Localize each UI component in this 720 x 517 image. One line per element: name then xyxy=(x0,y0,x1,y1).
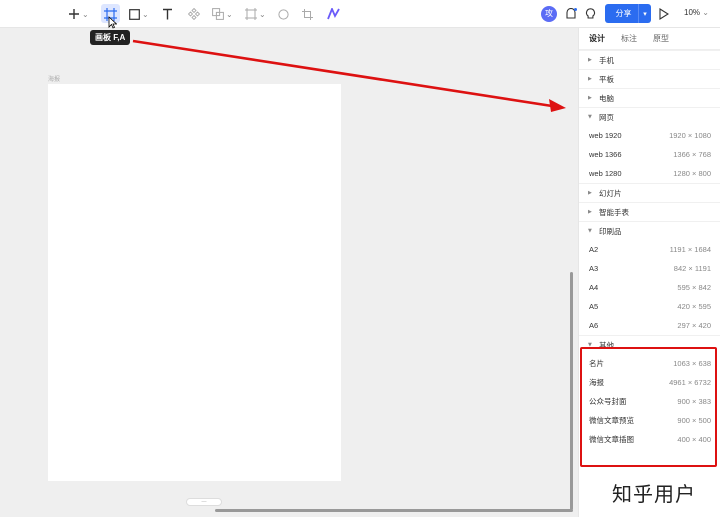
preset-group-header[interactable]: ▶ 幻灯片 xyxy=(579,183,720,202)
circle-icon xyxy=(278,8,289,20)
highlight-box xyxy=(580,347,717,467)
tab-annotate[interactable]: 标注 xyxy=(621,33,637,44)
vertical-scrollbar[interactable] xyxy=(570,272,573,510)
insert-tool[interactable]: ⌄ xyxy=(68,5,89,23)
boolean-icon xyxy=(212,8,224,20)
preset-name: web 1280 xyxy=(589,169,622,178)
ellipse-tool[interactable] xyxy=(278,5,289,23)
help-button[interactable] xyxy=(585,5,596,23)
chevron-down-icon: ⌄ xyxy=(259,9,266,19)
preview-button[interactable] xyxy=(659,5,669,23)
ai-logo-icon xyxy=(327,8,340,20)
preset-item[interactable]: A3 842 × 1191 xyxy=(579,259,720,278)
preset-name: A3 xyxy=(589,264,599,273)
preset-item[interactable]: A4 595 × 842 xyxy=(579,278,720,297)
preset-size: 420 × 595 xyxy=(677,302,711,311)
pointer-cursor-icon xyxy=(108,16,117,29)
crop-tool[interactable] xyxy=(302,5,313,23)
tab-prototype[interactable]: 原型 xyxy=(653,33,669,44)
canvas-scroll-handle[interactable]: — xyxy=(186,498,222,506)
preset-name: A4 xyxy=(589,283,599,292)
preset-name: A5 xyxy=(589,302,599,311)
text-tool[interactable] xyxy=(162,5,173,23)
preset-name: web 1920 xyxy=(589,131,622,140)
preset-name: A6 xyxy=(589,321,599,330)
poster-artboard[interactable] xyxy=(48,84,341,481)
triangle-down-icon: ▼ xyxy=(588,114,592,120)
chevron-down-icon: ⌄ xyxy=(142,9,149,19)
preset-group-header[interactable]: ▶ 电脑 xyxy=(579,88,720,107)
play-icon xyxy=(659,8,669,20)
triangle-right-icon: ▶ xyxy=(588,190,592,196)
bell-icon xyxy=(566,8,577,19)
triangle-right-icon: ▶ xyxy=(588,209,592,215)
preset-size: 1191 × 1684 xyxy=(669,245,711,254)
artboard-name-label[interactable]: 海报 xyxy=(48,74,60,83)
preset-group-label: 幻灯片 xyxy=(599,188,622,198)
rectangle-icon xyxy=(129,8,140,20)
triangle-right-icon: ▶ xyxy=(588,95,592,101)
preset-size: 1366 × 768 xyxy=(673,150,711,159)
chevron-down-icon: ⌄ xyxy=(226,9,233,19)
share-button[interactable]: 分享 ▾ xyxy=(605,4,651,23)
zoom-dropdown[interactable]: 10% ⌄ xyxy=(684,8,709,17)
preset-group-header[interactable]: ▼ 印刷品 xyxy=(579,221,720,240)
text-icon xyxy=(163,8,172,20)
preset-name: A2 xyxy=(589,245,599,254)
preset-group-label: 印刷品 xyxy=(599,226,622,236)
chevron-down-icon[interactable]: ▾ xyxy=(639,10,651,18)
preset-item[interactable]: web 1366 1366 × 768 xyxy=(579,145,720,164)
frame-icon xyxy=(245,8,257,20)
ai-tool[interactable] xyxy=(327,5,340,23)
preset-group-label: 智能手表 xyxy=(599,207,629,217)
preset-item[interactable]: A6 297 × 420 xyxy=(579,316,720,335)
component-icon xyxy=(188,8,200,20)
preset-group-label: 平板 xyxy=(599,74,614,84)
triangle-right-icon: ▶ xyxy=(588,57,592,63)
rectangle-tool[interactable]: ⌄ xyxy=(129,5,149,23)
preset-group-label: 网页 xyxy=(599,112,614,122)
share-label: 分享 xyxy=(615,9,632,18)
preset-group-header[interactable]: ▶ 智能手表 xyxy=(579,202,720,221)
preset-size: 1280 × 800 xyxy=(673,169,711,178)
preset-group-label: 手机 xyxy=(599,55,614,65)
watermark-text: 知乎用户 xyxy=(612,484,696,506)
artboard-tooltip: 画板 F,A xyxy=(90,30,131,45)
frame-tool[interactable]: ⌄ xyxy=(245,5,266,23)
plus-icon xyxy=(69,9,79,19)
preset-item[interactable]: web 1920 1920 × 1080 xyxy=(579,126,720,145)
panel-tabs: 设计 标注 原型 xyxy=(579,28,720,50)
tab-design[interactable]: 设计 xyxy=(589,33,605,44)
avatar[interactable]: 攻 xyxy=(541,6,557,22)
preset-item[interactable]: A5 420 × 595 xyxy=(579,297,720,316)
preset-name: web 1366 xyxy=(589,150,622,159)
chevron-down-icon: ⌄ xyxy=(702,8,709,17)
crop-icon xyxy=(302,8,313,20)
zoom-level: 10% xyxy=(684,8,701,17)
preset-size: 1920 × 1080 xyxy=(669,131,711,140)
lightbulb-icon xyxy=(585,8,596,19)
preset-size: 595 × 842 xyxy=(677,283,711,292)
triangle-down-icon: ▼ xyxy=(588,228,592,234)
preset-group-header[interactable]: ▼ 网页 xyxy=(579,107,720,126)
preset-group-header[interactable]: ▶ 平板 xyxy=(579,69,720,88)
preset-size: 842 × 1191 xyxy=(673,264,711,273)
triangle-right-icon: ▶ xyxy=(588,76,592,82)
notification-button[interactable] xyxy=(565,5,577,23)
preset-group-label: 电脑 xyxy=(599,93,614,103)
horizontal-scrollbar[interactable] xyxy=(215,509,573,512)
boolean-tool[interactable]: ⌄ xyxy=(212,5,233,23)
chevron-down-icon: ⌄ xyxy=(82,9,89,19)
preset-item[interactable]: web 1280 1280 × 800 xyxy=(579,164,720,183)
component-tool[interactable] xyxy=(188,5,200,23)
preset-item[interactable]: A2 1191 × 1684 xyxy=(579,240,720,259)
preset-size: 297 × 420 xyxy=(677,321,711,330)
preset-group-header[interactable]: ▶ 手机 xyxy=(579,50,720,69)
